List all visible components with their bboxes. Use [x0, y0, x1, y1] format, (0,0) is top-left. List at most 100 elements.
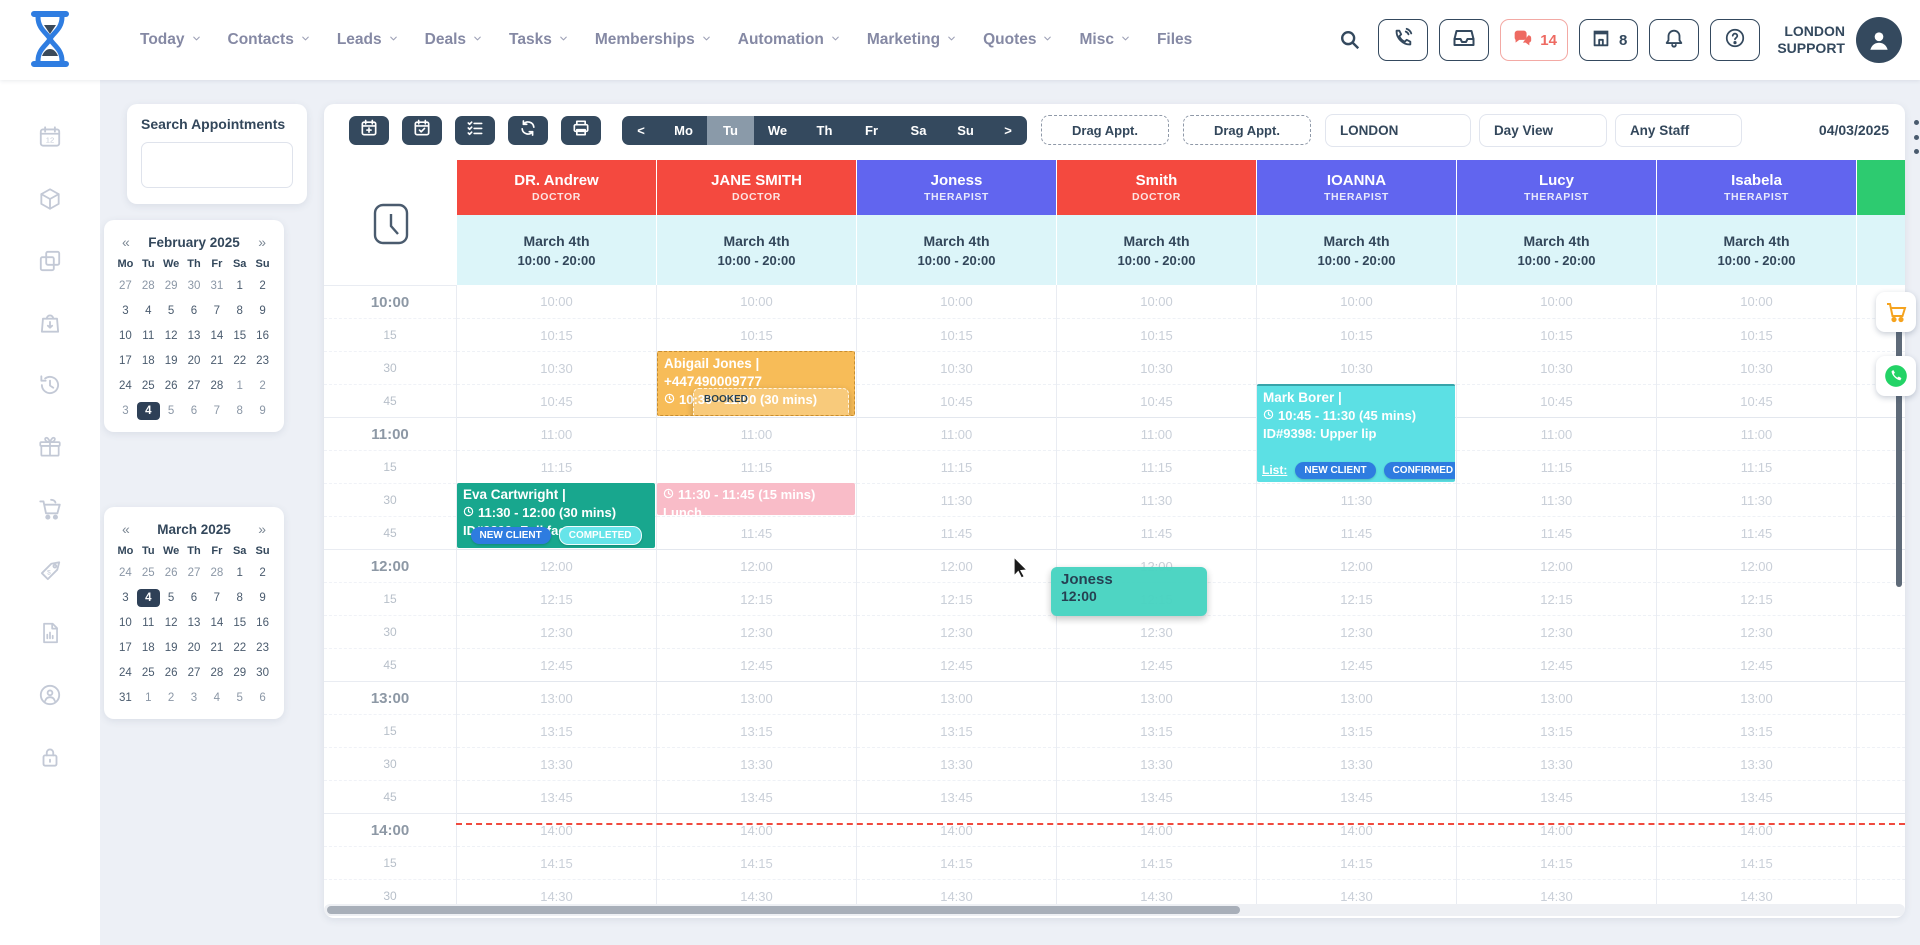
- time-slot[interactable]: 13:30: [657, 747, 856, 780]
- time-slot[interactable]: 13:15: [1857, 714, 1905, 747]
- help-button[interactable]: [1710, 19, 1760, 61]
- mini-calendar-day[interactable]: 5: [228, 689, 251, 707]
- time-slot[interactable]: 11:15: [1057, 450, 1256, 483]
- mini-calendar-day[interactable]: 28: [205, 564, 228, 582]
- nav-item-today[interactable]: Today: [140, 31, 202, 49]
- mini-calendar-day[interactable]: 5: [160, 402, 183, 420]
- time-slot[interactable]: 14:15: [857, 846, 1056, 879]
- mini-calendar-day[interactable]: 24: [114, 377, 137, 395]
- mini-calendar-day[interactable]: 16: [251, 327, 274, 345]
- mini-calendar-day[interactable]: 17: [114, 352, 137, 370]
- chat-button[interactable]: 14: [1500, 19, 1568, 61]
- nav-item-leads[interactable]: Leads: [337, 31, 399, 49]
- weekday-tab-th[interactable]: Th: [801, 116, 848, 145]
- time-slot[interactable]: 12:45: [457, 648, 656, 681]
- time-slot[interactable]: 11:00: [657, 417, 856, 450]
- mini-calendar-day[interactable]: 3: [114, 302, 137, 320]
- checklist-button[interactable]: [455, 116, 495, 145]
- mini-calendar-day[interactable]: 27: [183, 664, 206, 682]
- time-slot[interactable]: 11:45: [1657, 516, 1856, 549]
- time-slot[interactable]: 11:45: [1257, 516, 1456, 549]
- mini-calendar-day[interactable]: 6: [183, 302, 206, 320]
- sidebar-item-cart[interactable]: [0, 480, 100, 542]
- time-slot[interactable]: 13:30: [1457, 747, 1656, 780]
- mini-calendar-day[interactable]: 22: [228, 352, 251, 370]
- mini-calendar-day[interactable]: 3: [114, 589, 137, 607]
- time-slot[interactable]: 11:00: [1057, 417, 1256, 450]
- weekday-tab-fr[interactable]: Fr: [848, 116, 895, 145]
- mini-calendar-day[interactable]: 24: [114, 564, 137, 582]
- time-slot[interactable]: 13:15: [857, 714, 1056, 747]
- time-slot[interactable]: 12:45: [1457, 648, 1656, 681]
- time-slot[interactable]: 11:15: [857, 450, 1056, 483]
- mini-calendar-day[interactable]: 27: [183, 564, 206, 582]
- mini-calendar-day[interactable]: 8: [228, 302, 251, 320]
- time-slot[interactable]: 14:00: [1457, 813, 1656, 846]
- whatsapp-floating-button[interactable]: [1876, 356, 1916, 396]
- time-slot[interactable]: 11:30: [1657, 483, 1856, 516]
- time-slot[interactable]: 12:30: [1457, 615, 1656, 648]
- mini-calendar-day[interactable]: 7: [205, 402, 228, 420]
- time-slot[interactable]: 13:45: [1857, 780, 1905, 813]
- time-slot[interactable]: 14:15: [1657, 846, 1856, 879]
- mini-calendar-day[interactable]: 3: [183, 689, 206, 707]
- calendar-add-button[interactable]: [349, 116, 389, 145]
- view-select[interactable]: Day View: [1479, 114, 1607, 147]
- time-slot[interactable]: 14:15: [1257, 846, 1456, 879]
- mini-calendar-day[interactable]: 23: [251, 639, 274, 657]
- mini-calendar-day[interactable]: 19: [160, 352, 183, 370]
- time-slot[interactable]: 12:30: [1657, 615, 1856, 648]
- mini-calendar-day[interactable]: 28: [205, 664, 228, 682]
- mini-calendar-day[interactable]: 22: [228, 639, 251, 657]
- time-slot[interactable]: 14:00: [1257, 813, 1456, 846]
- sidebar-item-package[interactable]: [0, 170, 100, 232]
- mini-calendar-day[interactable]: 12: [160, 327, 183, 345]
- refresh-button[interactable]: [508, 116, 548, 145]
- mini-calendar-day[interactable]: 31: [205, 277, 228, 295]
- app-logo-hourglass[interactable]: [22, 8, 78, 70]
- time-slot[interactable]: 10:45: [1057, 384, 1256, 417]
- mini-calendar-day[interactable]: 20: [183, 352, 206, 370]
- time-slot[interactable]: 12:30: [857, 615, 1056, 648]
- time-slot[interactable]: 10:15: [657, 318, 856, 351]
- time-slot[interactable]: 10:45: [1657, 384, 1856, 417]
- nav-item-deals[interactable]: Deals: [425, 31, 483, 49]
- time-slot[interactable]: 11:15: [1457, 450, 1656, 483]
- mini-calendar-day[interactable]: 3: [114, 402, 137, 420]
- time-slot[interactable]: 13:15: [457, 714, 656, 747]
- mini-calendar-day[interactable]: 13: [183, 614, 206, 632]
- next-day-button[interactable]: >: [989, 116, 1027, 145]
- avatar[interactable]: [1856, 17, 1902, 63]
- time-slot[interactable]: 10:30: [857, 351, 1056, 384]
- time-slot[interactable]: 10:00: [857, 285, 1056, 318]
- time-slot[interactable]: 14:00: [857, 813, 1056, 846]
- weekday-tab-su[interactable]: Su: [942, 116, 989, 145]
- sidebar-item-support-account[interactable]: [0, 666, 100, 728]
- time-slot[interactable]: 12:45: [1057, 648, 1256, 681]
- bell-button[interactable]: [1649, 19, 1699, 61]
- time-slot[interactable]: 11:00: [857, 417, 1056, 450]
- time-slot[interactable]: 12:00: [657, 549, 856, 582]
- time-slot[interactable]: 13:00: [1857, 681, 1905, 714]
- time-slot[interactable]: 13:00: [1057, 681, 1256, 714]
- time-slot[interactable]: 14:15: [1057, 846, 1256, 879]
- time-slot[interactable]: 12:30: [1857, 615, 1905, 648]
- mini-calendar-day[interactable]: 2: [251, 377, 274, 395]
- time-slot[interactable]: 12:45: [1657, 648, 1856, 681]
- time-slot[interactable]: 12:15: [1657, 582, 1856, 615]
- time-slot[interactable]: 11:00: [1657, 417, 1856, 450]
- time-slot[interactable]: 12:00: [1657, 549, 1856, 582]
- time-slot[interactable]: 11:45: [1057, 516, 1256, 549]
- mini-calendar-day[interactable]: 8: [228, 589, 251, 607]
- time-slot[interactable]: 10:15: [857, 318, 1056, 351]
- vertical-scrollbar-thumb[interactable]: [1896, 295, 1902, 587]
- mini-calendar-day[interactable]: 4: [205, 689, 228, 707]
- time-slot[interactable]: 12:45: [1857, 648, 1905, 681]
- mini-calendar-day[interactable]: 14: [205, 327, 228, 345]
- mini-calendar-day[interactable]: 30: [183, 277, 206, 295]
- mini-calendar-day[interactable]: 1: [228, 277, 251, 295]
- time-slot[interactable]: 14:15: [1857, 846, 1905, 879]
- mini-calendar-day[interactable]: 6: [183, 589, 206, 607]
- time-slot[interactable]: 12:00: [457, 549, 656, 582]
- prev-day-button[interactable]: <: [622, 116, 660, 145]
